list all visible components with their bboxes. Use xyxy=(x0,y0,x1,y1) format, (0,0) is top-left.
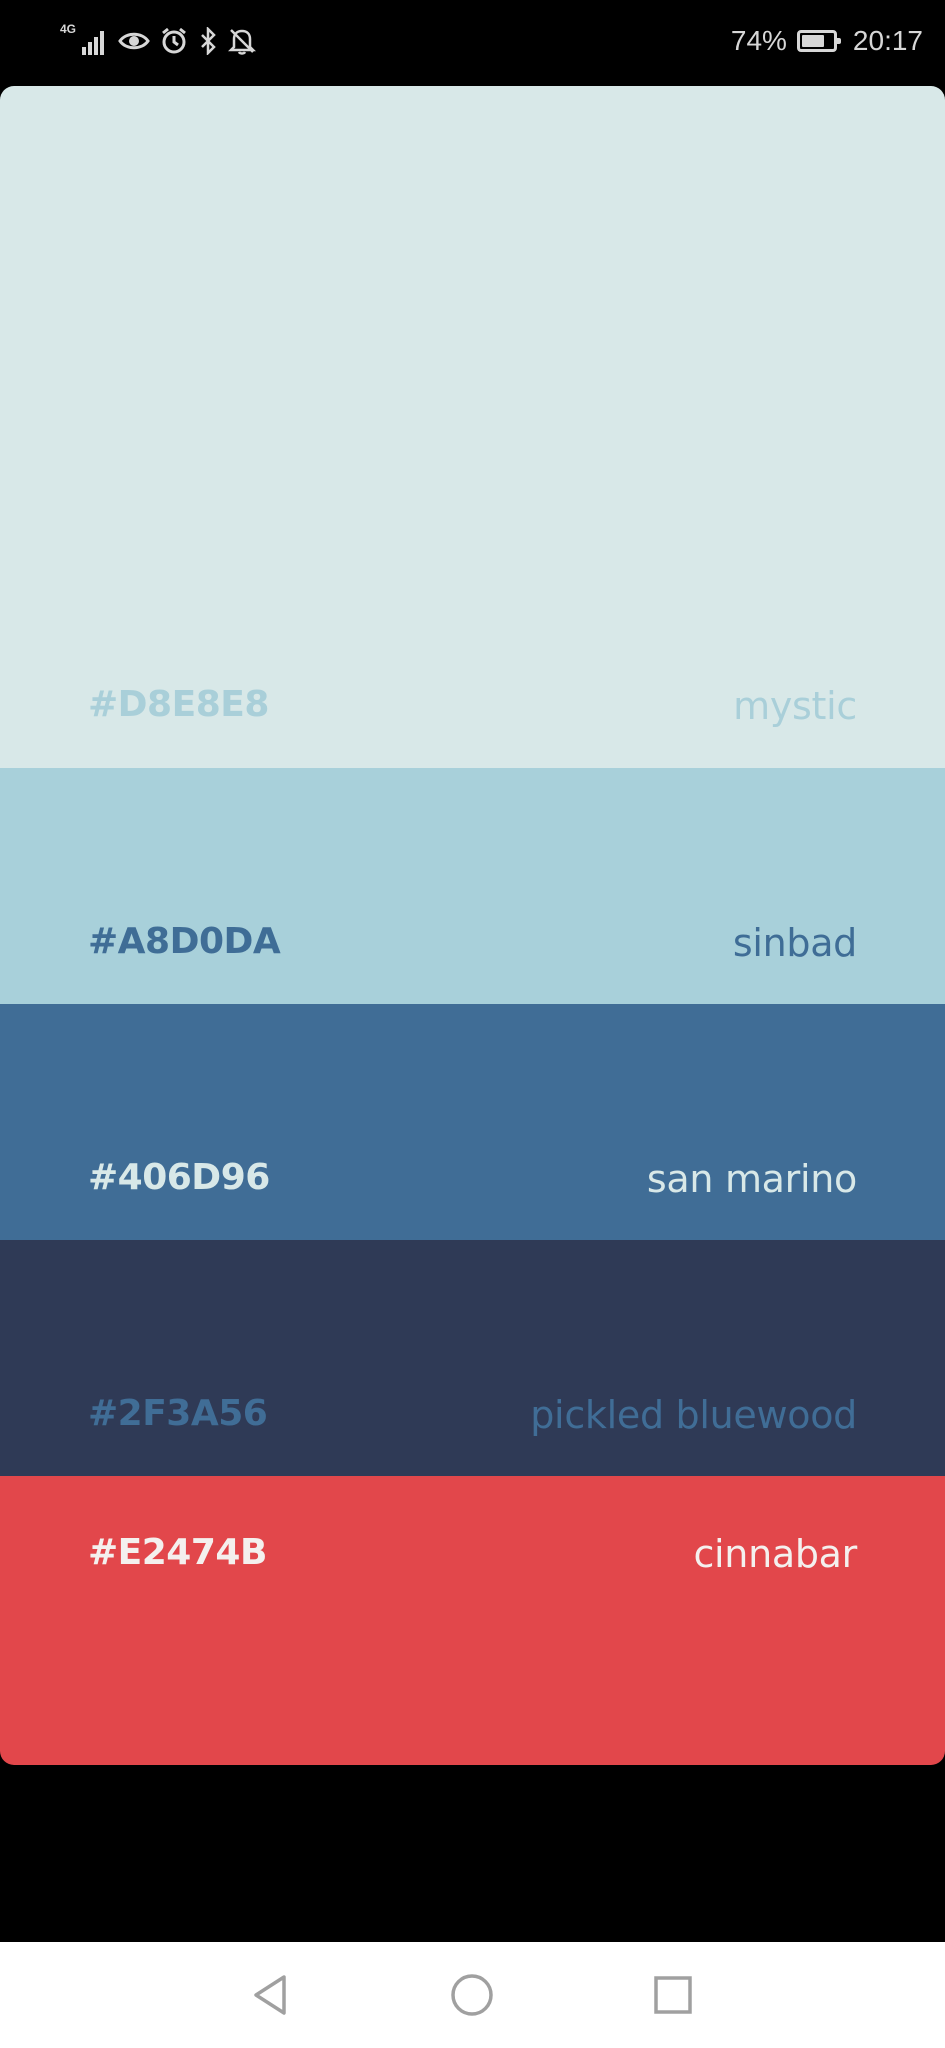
swatch-hex-code: #2F3A56 xyxy=(88,1393,268,1434)
color-swatch[interactable]: #D8E8E8 mystic xyxy=(0,86,945,768)
battery-percent: 74% xyxy=(730,25,787,56)
swatch-color-name: san marino xyxy=(646,1157,857,1201)
swatch-color-name: sinbad xyxy=(732,921,857,965)
swatch-color-name: mystic xyxy=(733,684,857,728)
eye-icon xyxy=(118,29,150,53)
bluetooth-icon xyxy=(198,27,218,55)
recents-icon[interactable] xyxy=(648,1970,698,2020)
battery-level-fill xyxy=(801,35,825,47)
color-swatch[interactable]: #E2474B cinnabar xyxy=(0,1476,945,1765)
color-swatch[interactable]: #A8D0DA sinbad xyxy=(0,768,945,1004)
swatch-hex-code: #D8E8E8 xyxy=(88,684,269,725)
swatch-color-name: cinnabar xyxy=(693,1532,857,1576)
alarm-icon xyxy=(160,27,188,55)
swatch-hex-code: #A8D0DA xyxy=(88,921,281,962)
swatch-hex-code: #E2474B xyxy=(88,1532,267,1573)
bell-off-icon xyxy=(228,27,256,55)
home-icon[interactable] xyxy=(447,1970,497,2020)
status-icons-left: 4G xyxy=(60,20,256,62)
status-bar: 4G 74% 20:17 xyxy=(0,0,945,82)
color-palette: #D8E8E8 mystic #A8D0DA sinbad #406D96 sa… xyxy=(0,86,945,1765)
back-icon[interactable] xyxy=(245,1970,295,2020)
color-swatch[interactable]: #406D96 san marino xyxy=(0,1004,945,1240)
status-icons-right: 74% 20:17 xyxy=(731,20,923,62)
navigation-bar xyxy=(0,1942,945,2048)
battery-icon xyxy=(796,30,841,52)
signal-icon: 4G xyxy=(60,23,108,59)
swatch-hex-code: #406D96 xyxy=(88,1157,270,1198)
swatch-color-name: pickled bluewood xyxy=(530,1393,857,1437)
clock: 20:17 xyxy=(852,25,923,56)
color-swatch[interactable]: #2F3A56 pickled bluewood xyxy=(0,1240,945,1476)
